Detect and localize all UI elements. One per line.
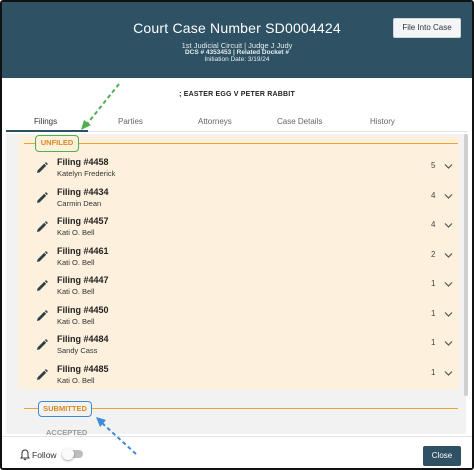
- document-count: 1: [431, 279, 436, 288]
- dialog-footer: Follow Close: [2, 436, 472, 468]
- initiation-date: Initiation Date: 3/19/24: [204, 56, 270, 63]
- tab-case-details[interactable]: Case Details: [277, 117, 322, 126]
- chevron-down-icon[interactable]: [444, 163, 453, 170]
- document-count: 2: [431, 249, 436, 259]
- filing-party: Kati O. Bell: [57, 375, 95, 385]
- filing-number[interactable]: Filing #4457: [57, 216, 109, 226]
- document-count: 1: [431, 367, 436, 377]
- filing-number[interactable]: Filing #4434: [57, 187, 109, 197]
- pencil-icon[interactable]: [36, 221, 48, 233]
- case-caption: ; EASTER EGG V PETER RABBIT: [179, 91, 295, 98]
- follow-toggle[interactable]: [62, 448, 83, 460]
- tab-bar: Filings Parties Attorneys Case Details H…: [6, 114, 468, 132]
- document-count: 1: [431, 338, 436, 347]
- document-count: 5: [431, 161, 436, 170]
- case-dialog: Court Case Number SD0004424 1st Judicial…: [0, 0, 474, 470]
- filing-number[interactable]: Filing #4485: [57, 364, 109, 374]
- chevron-down-icon[interactable]: [444, 281, 453, 288]
- filing-number[interactable]: Filing #4458: [57, 157, 109, 167]
- chevron-down-icon[interactable]: [444, 222, 453, 229]
- filing-row[interactable]: Filing #4434 Carmin Dean 4: [18, 183, 459, 212]
- pencil-icon[interactable]: [36, 162, 48, 174]
- filing-row[interactable]: Filing #4484 Sandy Cass 1: [18, 330, 459, 359]
- pencil-icon[interactable]: [36, 339, 48, 351]
- pencil-icon[interactable]: [36, 368, 48, 381]
- follow-label[interactable]: Follow: [32, 450, 57, 460]
- filing-row[interactable]: Filing #4457 Kati O. Bell 4: [18, 212, 459, 241]
- active-tab-indicator: [6, 130, 88, 132]
- filing-party: Sandy Cass: [57, 346, 98, 355]
- follow-toggle-knob: [62, 448, 74, 460]
- unfiled-divider: [24, 143, 458, 144]
- filing-row[interactable]: Filing #4485 Kati O. Bell 1: [18, 360, 459, 389]
- document-count: 4: [431, 220, 436, 229]
- filing-row[interactable]: Filing #4461 Kati O. Bell 2: [18, 242, 459, 271]
- chevron-down-icon[interactable]: [444, 311, 453, 318]
- file-into-case-button[interactable]: File Into Case: [393, 18, 461, 38]
- filing-party: Kati O. Bell: [57, 316, 95, 326]
- case-header: Court Case Number SD0004424 1st Judicial…: [2, 2, 472, 78]
- bell-icon[interactable]: [20, 449, 30, 461]
- filing-party: Carmin Dean: [57, 198, 102, 208]
- pencil-icon[interactable]: [36, 280, 48, 292]
- dcs-line: DCS # 4353453 | Related Docket #: [184, 49, 290, 56]
- unfiled-section-label[interactable]: UNFILED: [35, 135, 79, 152]
- submitted-section-label[interactable]: SUBMITTED: [38, 401, 92, 417]
- chevron-down-icon[interactable]: [444, 252, 453, 259]
- pencil-icon[interactable]: [36, 191, 48, 204]
- document-count: 4: [431, 190, 436, 200]
- scrollbar[interactable]: [464, 134, 468, 396]
- pencil-icon[interactable]: [36, 250, 48, 263]
- document-count: 1: [431, 308, 436, 318]
- filing-row[interactable]: Filing #4450 Kati O. Bell 1: [18, 301, 459, 330]
- filing-number[interactable]: Filing #4447: [57, 275, 109, 285]
- filing-number[interactable]: Filing #4461: [57, 246, 109, 256]
- tab-history[interactable]: History: [370, 117, 395, 126]
- chevron-down-icon[interactable]: [444, 370, 453, 377]
- filing-number[interactable]: Filing #4484: [57, 334, 109, 344]
- tab-filings[interactable]: Filings: [34, 117, 57, 126]
- chevron-down-icon[interactable]: [444, 193, 453, 200]
- tab-attorneys[interactable]: Attorneys: [198, 117, 232, 126]
- filing-party: Katelyn Frederick: [57, 169, 116, 178]
- filing-row[interactable]: Filing #4447 Kati O. Bell 1: [18, 271, 459, 300]
- filing-row[interactable]: Filing #4458 Katelyn Frederick 5: [18, 153, 459, 182]
- filing-number[interactable]: Filing #4450: [57, 305, 109, 315]
- close-button[interactable]: Close: [423, 446, 461, 466]
- chevron-down-icon[interactable]: [444, 340, 453, 347]
- pencil-icon[interactable]: [36, 309, 48, 322]
- filing-party: Kati O. Bell: [57, 257, 95, 267]
- filing-party: Kati O. Bell: [57, 287, 95, 296]
- filing-party: Kati O. Bell: [57, 228, 95, 237]
- tab-parties[interactable]: Parties: [118, 117, 143, 126]
